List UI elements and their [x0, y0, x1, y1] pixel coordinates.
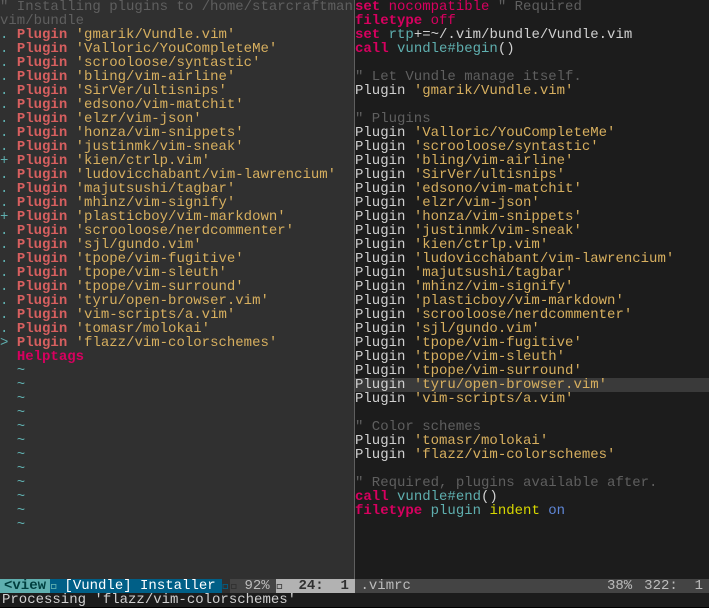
vundle-installer-pane[interactable]: " Installing plugins to /home/starcraftm… [0, 0, 355, 579]
command-line[interactable]: Processing 'flazz/vim-colorschemes' [0, 593, 709, 607]
plugin-line: . Plugin 'tomasr/molokai' [0, 322, 354, 336]
empty-line: ~ [0, 476, 354, 490]
code-line: Plugin 'plasticboy/vim-markdown' [355, 294, 709, 308]
vimrc-pane[interactable]: set nocompatible " Requiredfiletype offs… [355, 0, 709, 579]
plugin-line: . Plugin 'ludovicchabant/vim-lawrencium' [0, 168, 354, 182]
plugin-line: . Plugin 'SirVer/ultisnips' [0, 84, 354, 98]
plugin-line: . Plugin 'bling/vim-airline' [0, 70, 354, 84]
code-line: " Let Vundle manage itself. [355, 70, 709, 84]
percent-segment: 92% [238, 579, 275, 593]
empty-line: ~ [0, 378, 354, 392]
separator-icon:  [276, 579, 284, 593]
split-panes: " Installing plugins to /home/starcraftm… [0, 0, 709, 579]
code-line: Plugin 'honza/vim-snippets' [355, 210, 709, 224]
plugin-line: . Plugin 'vim-scripts/a.vim' [0, 308, 354, 322]
code-line: Plugin 'majutsushi/tagbar' [355, 266, 709, 280]
plugin-line: . Plugin 'tpope/vim-fugitive' [0, 252, 354, 266]
helptags-line: Helptags [0, 350, 354, 364]
plugin-line: . Plugin 'mhinz/vim-signify' [0, 196, 354, 210]
position-segment: 322: 1 [638, 579, 709, 593]
code-line: Plugin 'gmarik/Vundle.vim' [355, 84, 709, 98]
code-line: Plugin 'elzr/vim-json' [355, 196, 709, 210]
mode-segment: <view [0, 579, 50, 593]
plugin-line: . Plugin 'Valloric/YouCompleteMe' [0, 42, 354, 56]
empty-line: ~ [0, 462, 354, 476]
code-line: Plugin 'vim-scripts/a.vim' [355, 392, 709, 406]
code-line: Plugin 'mhinz/vim-signify' [355, 280, 709, 294]
empty-line: ~ [0, 420, 354, 434]
empty-line: ~ [0, 490, 354, 504]
separator-icon:  [222, 579, 230, 593]
code-line: Plugin 'tomasr/molokai' [355, 434, 709, 448]
code-line: Plugin 'kien/ctrlp.vim' [355, 238, 709, 252]
separator-icon:  [50, 579, 58, 593]
code-line: Plugin 'justinmk/vim-sneak' [355, 224, 709, 238]
plugin-line: . Plugin 'sjl/gundo.vim' [0, 238, 354, 252]
plugin-line: . Plugin 'majutsushi/tagbar' [0, 182, 354, 196]
code-line: Plugin 'SirVer/ultisnips' [355, 168, 709, 182]
plugin-line: + Plugin 'kien/ctrlp.vim' [0, 154, 354, 168]
statusline-right: .vimrc 38%322: 1 [355, 579, 709, 593]
separator-icon:  [230, 579, 238, 593]
code-line: " Required, plugins available after. [355, 476, 709, 490]
statusline-row: <view[Vundle] Installer92% 24: 1 .vi… [0, 579, 709, 593]
code-line: call vundle#begin() [355, 42, 709, 56]
percent-segment: 38% [601, 579, 638, 593]
position-segment: 24: 1 [284, 579, 354, 593]
empty-line: ~ [0, 434, 354, 448]
statusline-left: <view[Vundle] Installer92% 24: 1 [0, 579, 355, 593]
code-line: filetype plugin indent on [355, 504, 709, 518]
code-line: " Plugins [355, 112, 709, 126]
code-line: " Color schemes [355, 420, 709, 434]
plugin-line: . Plugin 'elzr/vim-json' [0, 112, 354, 126]
code-line: call vundle#end() [355, 490, 709, 504]
comment-line: " Installing plugins to /home/starcraftm… [0, 0, 354, 14]
empty-line: ~ [0, 364, 354, 378]
code-line [355, 406, 709, 420]
plugin-line: . Plugin 'scrooloose/nerdcommenter' [0, 224, 354, 238]
plugin-line: . Plugin 'honza/vim-snippets' [0, 126, 354, 140]
buffer-file: .vimrc [355, 579, 417, 593]
code-line: set nocompatible " Required [355, 0, 709, 14]
plugin-line: . Plugin 'justinmk/vim-sneak' [0, 140, 354, 154]
code-line: Plugin 'tyru/open-browser.vim' [355, 378, 709, 392]
code-line [355, 98, 709, 112]
code-line: filetype off [355, 14, 709, 28]
comment-line: vim/bundle [0, 14, 354, 28]
empty-line: ~ [0, 448, 354, 462]
empty-line: ~ [0, 504, 354, 518]
plugin-line: + Plugin 'plasticboy/vim-markdown' [0, 210, 354, 224]
code-line: Plugin 'tpope/vim-fugitive' [355, 336, 709, 350]
code-line [355, 462, 709, 476]
code-line: Plugin 'scrooloose/nerdcommenter' [355, 308, 709, 322]
code-line: Plugin 'edsono/vim-matchit' [355, 182, 709, 196]
code-line: Plugin 'sjl/gundo.vim' [355, 322, 709, 336]
code-line: Plugin 'bling/vim-airline' [355, 154, 709, 168]
code-line: Plugin 'flazz/vim-colorschemes' [355, 448, 709, 462]
editor-root: " Installing plugins to /home/starcraftm… [0, 0, 709, 607]
empty-line: ~ [0, 406, 354, 420]
plugin-line: . Plugin 'tpope/vim-surround' [0, 280, 354, 294]
plugin-line: . Plugin 'edsono/vim-matchit' [0, 98, 354, 112]
plugin-line: > Plugin 'flazz/vim-colorschemes' [0, 336, 354, 350]
code-line: Plugin 'scrooloose/syntastic' [355, 140, 709, 154]
plugin-line: . Plugin 'gmarik/Vundle.vim' [0, 28, 354, 42]
code-line: Plugin 'ludovicchabant/vim-lawrencium' [355, 252, 709, 266]
code-line: Plugin 'Valloric/YouCompleteMe' [355, 126, 709, 140]
code-line: Plugin 'tpope/vim-surround' [355, 364, 709, 378]
empty-line: ~ [0, 518, 354, 532]
code-line: Plugin 'tpope/vim-sleuth' [355, 350, 709, 364]
code-line [355, 56, 709, 70]
buffer-title: [Vundle] Installer [58, 579, 221, 593]
plugin-line: . Plugin 'scrooloose/syntastic' [0, 56, 354, 70]
plugin-line: . Plugin 'tyru/open-browser.vim' [0, 294, 354, 308]
plugin-line: . Plugin 'tpope/vim-sleuth' [0, 266, 354, 280]
code-line: set rtp+=~/.vim/bundle/Vundle.vim [355, 28, 709, 42]
empty-line: ~ [0, 392, 354, 406]
